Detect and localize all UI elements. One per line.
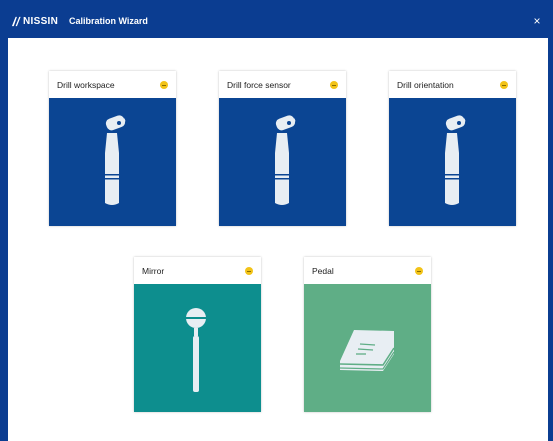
card-header: Pedal	[304, 257, 431, 284]
drill-handpiece-icon	[49, 98, 176, 226]
card-label: Drill force sensor	[227, 80, 291, 90]
close-button[interactable]: ×	[529, 14, 545, 28]
title-bar: NISSIN Calibration Wizard ×	[0, 0, 553, 38]
nissin-logo: NISSIN	[11, 13, 58, 29]
calibration-wizard-window: NISSIN Calibration Wizard × Drill worksp…	[0, 0, 553, 441]
card-label: Pedal	[312, 266, 334, 276]
card-drill-workspace[interactable]: Drill workspace	[49, 71, 176, 226]
nissin-logo-mark	[11, 16, 21, 26]
card-header: Drill orientation	[389, 71, 516, 98]
card-label: Mirror	[142, 266, 165, 276]
drill-handpiece-icon	[389, 98, 516, 226]
card-pedal[interactable]: Pedal	[304, 257, 431, 412]
pending-status-icon	[330, 81, 338, 89]
pending-status-icon	[500, 81, 508, 89]
card-header: Mirror	[134, 257, 261, 284]
card-label: Drill workspace	[57, 80, 115, 90]
pending-status-icon	[160, 81, 168, 89]
card-mirror[interactable]: Mirror	[134, 257, 261, 412]
drill-handpiece-icon	[219, 98, 346, 226]
pending-status-icon	[245, 267, 253, 275]
card-drill-force-sensor[interactable]: Drill force sensor	[219, 71, 346, 226]
dental-mirror-icon	[134, 284, 261, 412]
card-header: Drill workspace	[49, 71, 176, 98]
brand-name: NISSIN	[23, 15, 59, 27]
card-header: Drill force sensor	[219, 71, 346, 98]
window-title: Calibration Wizard	[69, 16, 148, 26]
pending-status-icon	[415, 267, 423, 275]
foot-pedal-icon	[304, 284, 431, 412]
card-label: Drill orientation	[397, 80, 454, 90]
card-drill-orientation[interactable]: Drill orientation	[389, 71, 516, 226]
wizard-content: Drill workspace Drill force sensor Drill…	[8, 38, 548, 441]
